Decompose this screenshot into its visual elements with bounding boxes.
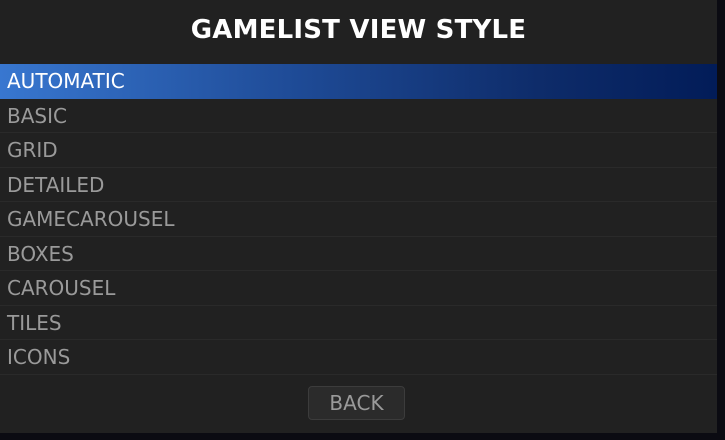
list-item-basic[interactable]: BASIC xyxy=(0,99,717,133)
menu-title: GAMELIST VIEW STYLE xyxy=(190,15,527,45)
list-item-grid[interactable]: GRID xyxy=(0,133,717,168)
list-item-boxes[interactable]: BOXES xyxy=(0,237,717,271)
list-item-automatic[interactable]: AUTOMATIC xyxy=(0,64,717,99)
view-style-list: AUTOMATIC BASIC GRID DETAILED GAMECAROUS… xyxy=(0,64,717,375)
menu-panel: GAMELIST VIEW STYLE AUTOMATIC BASIC GRID… xyxy=(0,0,717,433)
back-button[interactable]: BACK xyxy=(308,386,405,420)
list-item-carousel[interactable]: CAROUSEL xyxy=(0,271,717,306)
list-item-detailed[interactable]: DETAILED xyxy=(0,168,717,202)
list-item-tiles[interactable]: TILES xyxy=(0,306,717,340)
list-item-gamecarousel[interactable]: GAMECAROUSEL xyxy=(0,202,717,237)
list-item-icons[interactable]: ICONS xyxy=(0,340,717,375)
